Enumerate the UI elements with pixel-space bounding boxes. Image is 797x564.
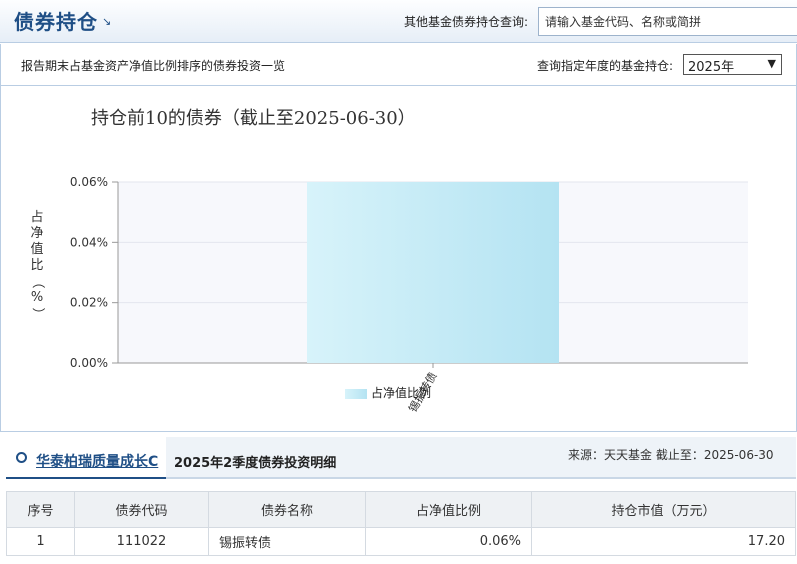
table-row: 1 111022 锡振转债 0.06% 17.20 bbox=[6, 527, 796, 556]
page-title: 债券持仓 bbox=[14, 10, 98, 34]
chart-panel: 报告期末占基金资产净值比例排序的债券投资一览 查询指定年度的基金持仓: 2025… bbox=[0, 44, 797, 432]
cell-name: 锡振转债 bbox=[208, 527, 366, 556]
year-select-value: 2025年 bbox=[688, 60, 735, 75]
bar bbox=[307, 182, 559, 363]
chart-toolbar: 报告期末占基金资产净值比例排序的债券投资一览 查询指定年度的基金持仓: 2025… bbox=[1, 44, 796, 86]
circle-icon bbox=[16, 452, 27, 463]
holdings-table: 序号 债券代码 债券名称 占净值比例 持仓市值（万元） 1 111022 锡振转… bbox=[6, 491, 796, 556]
legend-swatch bbox=[345, 388, 367, 399]
y-tick-label: 0.06% bbox=[70, 175, 108, 189]
y-tick-label: 0.00% bbox=[70, 356, 108, 370]
page-header: 债券持仓 ↘ 其他基金债券持仓查询: bbox=[0, 0, 797, 43]
detail-header: 华泰柏瑞质量成长C 2025年2季度债券投资明细 来源：天天基金 截止至：202… bbox=[6, 437, 796, 479]
chart-title: 持仓前10的债券（截止至2025-06-30） bbox=[91, 108, 416, 129]
col-header-name: 债券名称 bbox=[208, 491, 366, 528]
detail-title: 2025年2季度债券投资明细 bbox=[174, 456, 337, 471]
col-header-value: 持仓市值（万元） bbox=[531, 491, 796, 528]
holdings-detail: 华泰柏瑞质量成长C 2025年2季度债券投资明细 来源：天天基金 截止至：202… bbox=[6, 437, 796, 564]
chart-legend[interactable]: 占净值比例 bbox=[345, 384, 431, 401]
col-header-ratio: 占净值比例 bbox=[365, 491, 532, 528]
chart-description: 报告期末占基金资产净值比例排序的债券投资一览 bbox=[21, 59, 286, 73]
table-header-row: 序号 债券代码 债券名称 占净值比例 持仓市值（万元） bbox=[6, 491, 796, 528]
cell-no: 1 bbox=[6, 527, 75, 556]
y-axis-label: 占净值比（%） bbox=[30, 210, 45, 321]
search-label: 其他基金债券持仓查询: bbox=[404, 15, 529, 29]
cell-value: 17.20 bbox=[531, 527, 796, 556]
chevron-down-icon: ▼ bbox=[767, 57, 776, 70]
col-header-no: 序号 bbox=[6, 491, 75, 528]
col-header-code: 债券代码 bbox=[74, 491, 209, 528]
fund-name-link[interactable]: 华泰柏瑞质量成长C bbox=[36, 451, 158, 471]
legend-label: 占净值比例 bbox=[371, 386, 432, 400]
year-select[interactable]: 2025年 ▼ bbox=[683, 54, 782, 75]
year-select-label: 查询指定年度的基金持仓: bbox=[537, 59, 674, 73]
fund-search-input[interactable] bbox=[538, 7, 797, 36]
cell-ratio: 0.06% bbox=[365, 527, 532, 556]
chart-canvas: 0.00%0.02%0.04%0.06%锡振转债 bbox=[70, 175, 748, 415]
y-tick-label: 0.04% bbox=[70, 235, 108, 249]
expand-arrow-icon[interactable]: ↘ bbox=[102, 15, 111, 28]
source-info: 来源：天天基金 截止至：2025-06-30 bbox=[568, 448, 774, 462]
y-tick-label: 0.02% bbox=[70, 296, 108, 310]
bond-holdings-chart: 0.00% 0.02% 0.04% 0.06% 锡振转债 持仓前10的债券（截止至202… bbox=[1, 88, 796, 430]
cell-code: 111022 bbox=[74, 527, 209, 556]
